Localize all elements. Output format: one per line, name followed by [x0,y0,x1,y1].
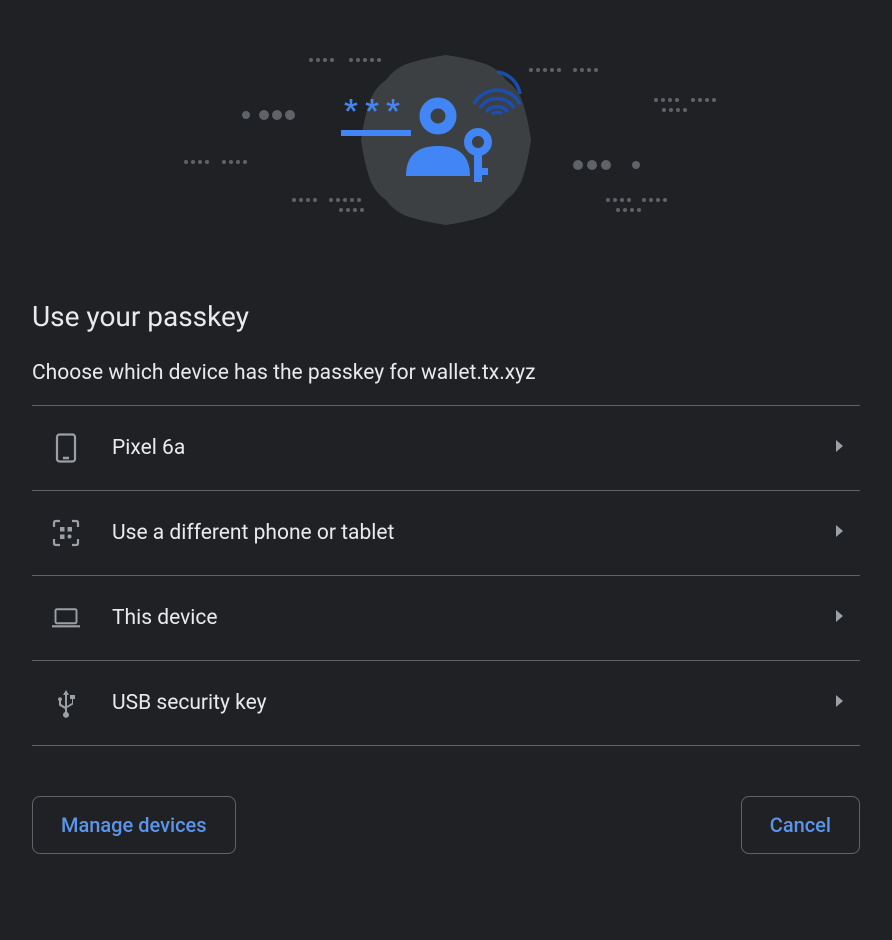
dialog-subtitle: Choose which device has the passkey for … [32,361,860,385]
device-label: Use a different phone or tablet [112,521,802,545]
dialog-title: Use your passkey [32,300,860,333]
qr-icon [52,519,80,547]
smartphone-icon [52,434,80,462]
device-label: USB security key [112,691,802,715]
device-list: Pixel 6a Use a different phone or tablet [32,405,860,746]
usb-icon [52,689,80,717]
dialog-footer: Manage devices Cancel [32,796,860,854]
manage-devices-button[interactable]: Manage devices [32,796,236,854]
device-option-this-device[interactable]: This device [32,576,860,661]
hero-illustration: * * * [32,0,860,280]
chevron-right-icon [834,523,846,543]
device-label: This device [112,606,802,630]
laptop-icon [52,604,80,632]
passkey-illustration-icon: * * * [166,40,726,240]
chevron-right-icon [834,438,846,458]
cancel-button[interactable]: Cancel [741,796,860,854]
device-option-pixel6a[interactable]: Pixel 6a [32,406,860,491]
chevron-right-icon [834,693,846,713]
device-option-other-phone[interactable]: Use a different phone or tablet [32,491,860,576]
passkey-dialog: * * * [0,0,892,886]
chevron-right-icon [834,608,846,628]
device-label: Pixel 6a [112,436,802,460]
svg-text:* * *: * * * [344,93,400,128]
device-option-usb-key[interactable]: USB security key [32,661,860,746]
